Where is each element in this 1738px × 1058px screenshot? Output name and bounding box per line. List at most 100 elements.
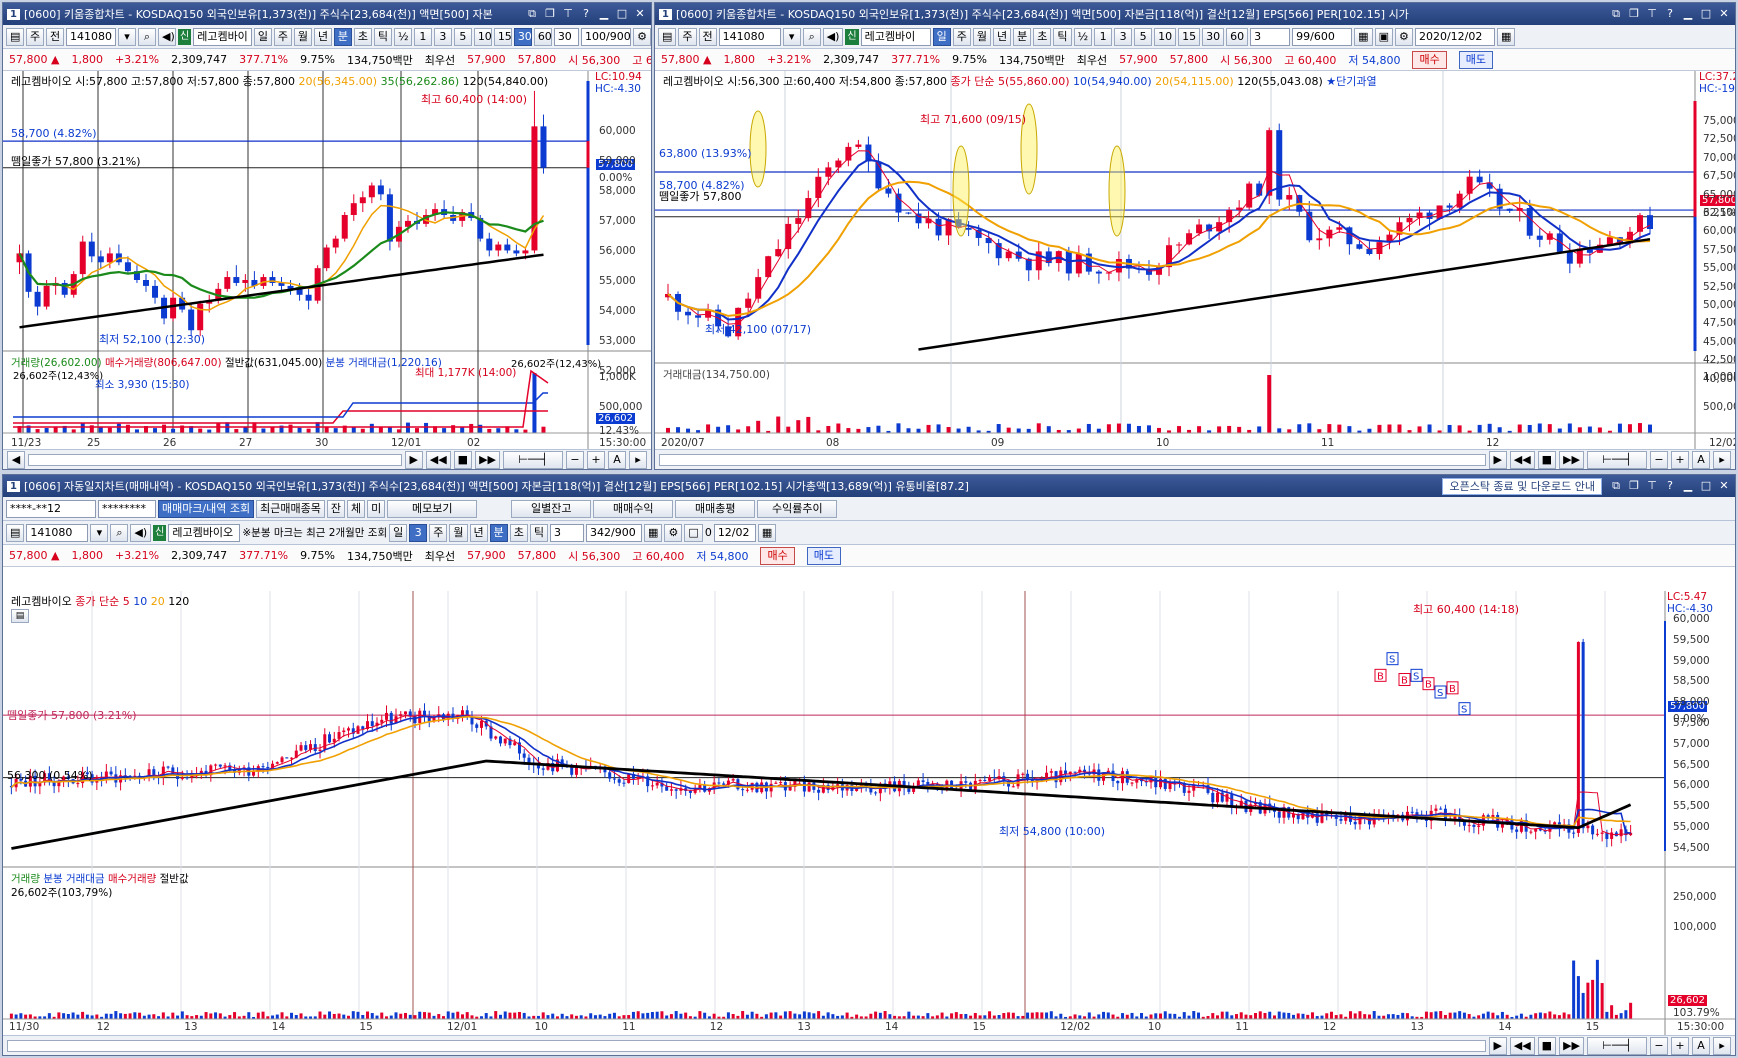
tab-memo[interactable]: 메모보기 bbox=[387, 499, 478, 518]
buy-button[interactable]: 매수 bbox=[1412, 50, 1447, 69]
minute-candle-chart[interactable] bbox=[3, 71, 651, 449]
price-chart-area[interactable]: 레고켐바이오 시:56,300 고:60,400 저:54,800 종:57,8… bbox=[655, 71, 1735, 449]
period-second[interactable]: 초 bbox=[509, 523, 528, 542]
period-month[interactable]: 월 bbox=[972, 27, 991, 46]
rewind-icon[interactable]: ◀◀ bbox=[425, 450, 451, 469]
speaker-icon[interactable]: ◀) bbox=[158, 27, 176, 46]
rewind-icon[interactable]: ◀◀ bbox=[1509, 1036, 1535, 1055]
calendar-icon[interactable]: ▦ bbox=[1496, 27, 1516, 46]
interval-5[interactable]: 5 bbox=[1134, 27, 1153, 46]
restore-icon[interactable]: ❐ bbox=[1626, 478, 1642, 494]
period-tick[interactable]: 틱 bbox=[373, 27, 392, 46]
tab-filled[interactable]: 체 bbox=[347, 499, 366, 518]
period-minute[interactable]: 분 bbox=[333, 27, 352, 46]
password-input[interactable]: ******** bbox=[98, 499, 156, 518]
market-select[interactable]: 전 bbox=[698, 27, 717, 46]
zoom-slider-icon[interactable]: ⊢──┤ bbox=[503, 450, 563, 469]
pin-icon[interactable]: ⊤ bbox=[1644, 478, 1660, 494]
zoom-in-icon[interactable]: + bbox=[587, 450, 605, 469]
scroll-left-icon[interactable]: ◀ bbox=[7, 450, 25, 469]
pin-icon[interactable]: ⊤ bbox=[1644, 6, 1660, 22]
period-minute[interactable]: 분 bbox=[1013, 27, 1032, 46]
search-icon[interactable]: ⌕ bbox=[138, 27, 156, 46]
settings-icon[interactable]: ⚙ bbox=[1394, 27, 1413, 46]
restore-icon[interactable]: ❐ bbox=[542, 6, 558, 22]
period-year[interactable]: 년 bbox=[469, 523, 488, 542]
chevron-right-icon[interactable]: ▸ bbox=[629, 450, 647, 469]
interval-input[interactable]: 3 bbox=[1250, 27, 1291, 46]
minimize-icon[interactable]: ▁ bbox=[1680, 478, 1696, 494]
speaker-icon[interactable]: ◀) bbox=[822, 27, 844, 46]
interval-10[interactable]: 10 bbox=[473, 27, 492, 46]
grid-icon[interactable]: ▦ bbox=[1354, 27, 1373, 46]
link-icon[interactable]: ⧉ bbox=[1608, 478, 1624, 494]
interval-60[interactable]: 60 bbox=[533, 27, 552, 46]
date-input[interactable]: 12/02 bbox=[713, 523, 756, 542]
sell-button[interactable]: 매도 bbox=[1458, 50, 1493, 69]
interval-1[interactable]: 1 bbox=[1094, 27, 1113, 46]
speaker-icon[interactable]: ◀) bbox=[130, 523, 152, 542]
search-icon[interactable]: ⌕ bbox=[802, 27, 821, 46]
stock-code-input[interactable]: 141080 bbox=[66, 27, 116, 46]
count-input[interactable]: 342/900 bbox=[586, 523, 642, 542]
forward-icon[interactable]: ▶▶ bbox=[475, 450, 500, 469]
chart-menu-icon[interactable]: ▤ bbox=[6, 523, 25, 542]
interval-15[interactable]: 15 bbox=[1178, 27, 1201, 46]
daily-candle-chart[interactable] bbox=[655, 71, 1735, 449]
period-day[interactable]: 일 bbox=[389, 523, 408, 542]
date-input[interactable]: 2020/12/02 bbox=[1414, 27, 1495, 46]
interval-5[interactable]: 5 bbox=[453, 27, 472, 46]
chevron-down-icon[interactable]: ▾ bbox=[118, 27, 136, 46]
search-icon[interactable]: ⌕ bbox=[110, 523, 129, 542]
price-chart-area[interactable]: BSBSBSBS 레고켐바이오 종가 단순 5 10 20 120 ▤ LC:5… bbox=[3, 591, 1735, 1035]
interval-1[interactable]: 1 bbox=[413, 27, 432, 46]
period-week[interactable]: 주 bbox=[952, 27, 971, 46]
settings-icon[interactable]: ⚙ bbox=[633, 27, 651, 46]
chart-menu-icon[interactable]: ▤ bbox=[658, 27, 677, 46]
interval-3[interactable]: 3 bbox=[433, 27, 452, 46]
stock-code-input[interactable]: 141080 bbox=[718, 27, 781, 46]
mode-select[interactable]: 주 bbox=[678, 27, 697, 46]
list-icon[interactable]: ▤ bbox=[11, 609, 29, 623]
link-icon[interactable]: ⧉ bbox=[524, 6, 540, 22]
rewind-icon[interactable]: ◀◀ bbox=[1509, 450, 1535, 469]
tab-balance[interactable]: 잔 bbox=[326, 499, 346, 518]
help-icon[interactable]: ? bbox=[1662, 478, 1678, 494]
close-icon[interactable]: ✕ bbox=[1716, 6, 1732, 22]
scroll-right-icon[interactable]: ▶ bbox=[404, 450, 423, 469]
interval-60[interactable]: 60 bbox=[1226, 27, 1249, 46]
interval-30[interactable]: 30 bbox=[1202, 27, 1225, 46]
tab-trade-marks[interactable]: 매매마크/내역 조회 bbox=[158, 499, 255, 518]
zoom-slider-icon[interactable]: ⊢──┤ bbox=[1587, 1036, 1647, 1055]
chart-scrollbar[interactable] bbox=[28, 453, 402, 466]
chart-scrollbar[interactable] bbox=[7, 1039, 1486, 1052]
chart-menu-icon[interactable]: ▤ bbox=[6, 27, 24, 46]
forward-icon[interactable]: ▶▶ bbox=[1559, 450, 1584, 469]
scroll-right-icon[interactable]: ▶ bbox=[1488, 1036, 1507, 1055]
close-icon[interactable]: ✕ bbox=[1716, 478, 1732, 494]
period-year[interactable]: 년 bbox=[993, 27, 1012, 46]
zoom-in-icon[interactable]: + bbox=[1671, 450, 1689, 469]
chevron-right-icon[interactable]: ▸ bbox=[1713, 1036, 1731, 1055]
count-input[interactable]: 100/900 bbox=[581, 27, 631, 46]
interval-input[interactable]: 30 bbox=[553, 27, 579, 46]
zoom-slider-icon[interactable]: ⊢──┤ bbox=[1587, 450, 1647, 469]
grid-icon[interactable]: ▦ bbox=[644, 523, 663, 542]
period-month[interactable]: 월 bbox=[293, 27, 312, 46]
pin-icon[interactable]: ⊤ bbox=[560, 6, 576, 22]
period-week[interactable]: 주 bbox=[273, 27, 292, 46]
text-icon[interactable]: A bbox=[1692, 1036, 1710, 1055]
maximize-icon[interactable]: □ bbox=[614, 6, 630, 22]
period-week[interactable]: 주 bbox=[429, 523, 448, 542]
period-tick[interactable]: 틱 bbox=[529, 523, 548, 542]
settings-icon[interactable]: ⚙ bbox=[664, 523, 683, 542]
zoom-out-icon[interactable]: − bbox=[566, 450, 584, 469]
tab-recent-stocks[interactable]: 최근매매종목 bbox=[256, 499, 325, 518]
chevron-right-icon[interactable]: ▸ bbox=[1713, 450, 1731, 469]
chevron-down-icon[interactable]: ▾ bbox=[90, 523, 109, 542]
tab-daily-balance[interactable]: 일별잔고 bbox=[511, 499, 592, 518]
period-day[interactable]: 일 bbox=[253, 27, 272, 46]
text-icon[interactable]: A bbox=[1692, 450, 1710, 469]
forward-icon[interactable]: ▶▶ bbox=[1559, 1036, 1584, 1055]
sell-button[interactable]: 매도 bbox=[806, 546, 841, 565]
